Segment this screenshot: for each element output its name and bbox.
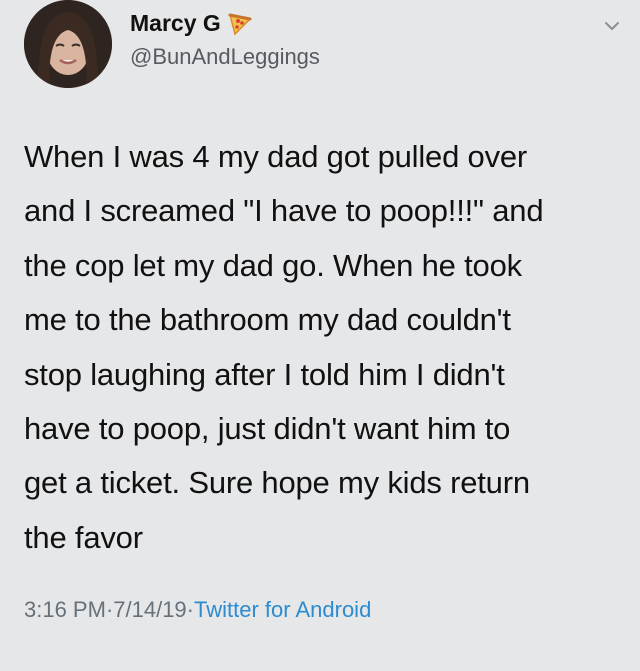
pizza-icon [227,11,253,37]
tweet-time[interactable]: 3:16 PM [24,597,106,623]
tweet-card: Marcy G @BunAndLeggings When I was 4 my … [0,0,640,671]
avatar[interactable] [24,0,112,88]
user-handle[interactable]: @BunAndLeggings [130,44,320,70]
chevron-down-icon[interactable] [602,16,622,36]
meta-separator: · [105,597,114,622]
meta-separator: · [186,597,194,622]
tweet-date[interactable]: 7/14/19 [113,597,186,623]
display-name[interactable]: Marcy G [130,10,221,37]
tweet-source-link[interactable]: Twitter for Android [194,597,371,623]
avatar-image [24,0,112,88]
name-row: Marcy G [130,10,253,37]
tweet-text: When I was 4 my dad got pulled over and … [24,139,544,555]
tweet-meta: 3:16 PM · 7/14/19 · Twitter for Android [24,597,371,623]
